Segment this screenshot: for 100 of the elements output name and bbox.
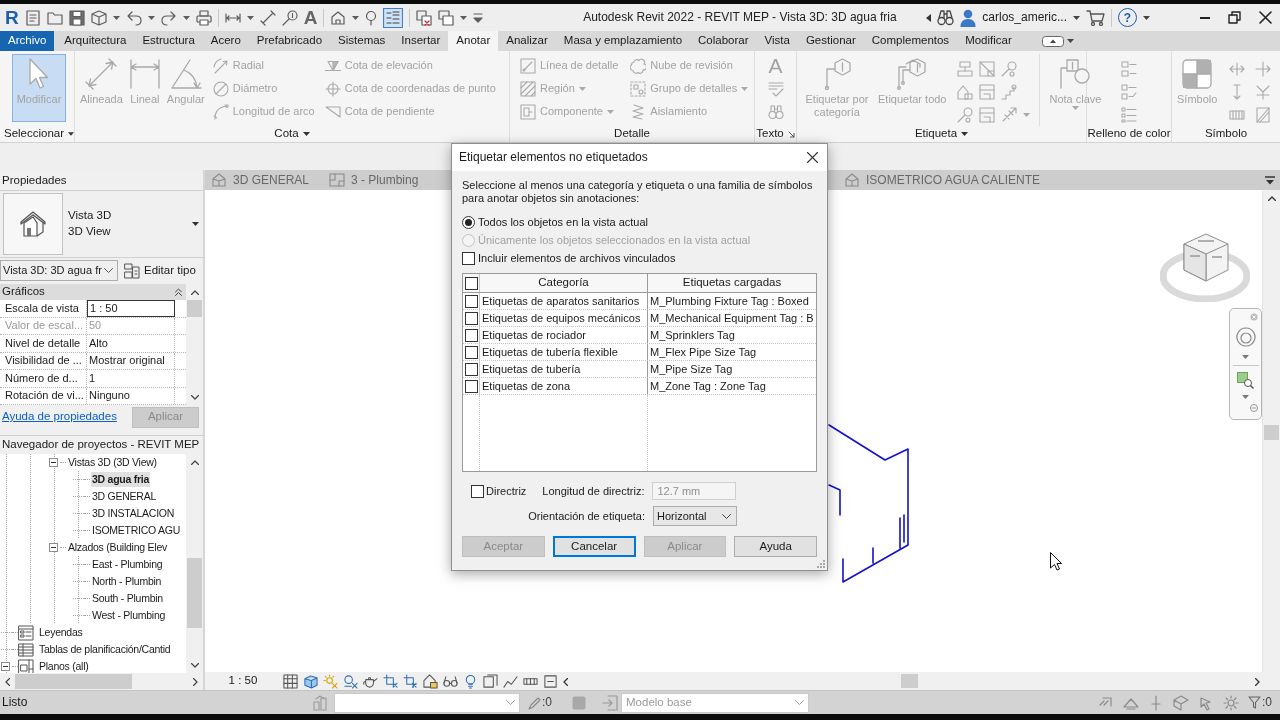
zoom-region-icon[interactable] — [1237, 372, 1254, 389]
caret-icon[interactable] — [1073, 15, 1080, 20]
property-value[interactable]: Alto — [87, 335, 175, 352]
scrollbar-thumb[interactable] — [901, 674, 918, 688]
checkbox[interactable] — [462, 251, 475, 265]
tree-item[interactable]: West - Plumbing — [91, 608, 167, 623]
tree-item[interactable]: East - Plumbing — [91, 557, 164, 572]
crop-icon[interactable] — [383, 673, 398, 689]
ribbon-tab[interactable]: Complementos — [863, 31, 958, 51]
close-icon[interactable] — [1259, 11, 1272, 24]
tree-item[interactable]: South - Plumbin — [91, 591, 164, 606]
ribbon-tab[interactable]: Anotar — [448, 31, 499, 51]
instance-dropdown[interactable]: Vista 3D: 3D agua fr — [0, 260, 118, 281]
view-tab[interactable]: ISOMETRICO AGUA CALIENTE — [838, 172, 1047, 188]
checkbox[interactable] — [464, 345, 478, 359]
cube-icon[interactable] — [90, 9, 107, 26]
tree-item[interactable]: Leyendas — [38, 625, 84, 640]
scroll-down-icon[interactable] — [190, 662, 199, 668]
cart-icon[interactable] — [1086, 9, 1105, 26]
ribbon-tab[interactable]: Estructura — [134, 31, 203, 51]
radio-label[interactable]: Todos los objetos en la vista actual — [478, 215, 648, 229]
color-legend-icon[interactable] — [1121, 60, 1137, 77]
shadow-off-icon[interactable] — [343, 673, 358, 689]
ribbon-tab[interactable]: Modificar — [957, 31, 1020, 51]
folder-icon[interactable] — [46, 9, 63, 26]
glasses-icon[interactable] — [443, 673, 458, 689]
minus-box-icon[interactable] — [1, 662, 10, 671]
ribbon-tab[interactable]: Masa y emplazamiento — [555, 31, 691, 51]
swatch-list-icon[interactable] — [1121, 83, 1137, 100]
minimize-icon[interactable] — [1200, 16, 1210, 19]
filter-icon[interactable] — [1248, 696, 1261, 709]
tab-list-icon[interactable] — [1265, 175, 1275, 185]
ribbon-tab[interactable]: Insertar — [393, 31, 449, 51]
triangle-left-icon[interactable] — [926, 13, 932, 22]
document-icon[interactable] — [24, 9, 41, 26]
ribbon-tab[interactable]: Gestionar — [797, 31, 864, 51]
type-selector[interactable]: Vista 3D 3D View — [0, 190, 203, 258]
tree-item[interactable]: 3D GENERAL — [91, 489, 158, 504]
printer-icon[interactable] — [195, 9, 212, 26]
line-graph-icon[interactable] — [503, 673, 518, 689]
caret-icon[interactable] — [1143, 15, 1150, 20]
ribbon-tab[interactable]: Vista — [756, 31, 798, 51]
tree-item[interactable]: Tablas de planificación/Cantid — [38, 642, 172, 657]
column-header[interactable]: Categoría — [480, 274, 648, 293]
ribbon-tab[interactable]: Arquitectura — [56, 31, 135, 51]
checkbox[interactable] — [464, 311, 478, 325]
dropdown-icon[interactable] — [473, 11, 484, 24]
property-value[interactable]: 1 : 50 — [87, 300, 175, 317]
tree-item[interactable]: Vistas 3D (3D View) — [67, 455, 158, 470]
app-logo[interactable]: R — [5, 8, 19, 27]
tree-item[interactable]: Alzados (Building Elev — [67, 540, 168, 555]
crop-icon[interactable] — [403, 673, 418, 689]
property-value[interactable]: 1 — [87, 370, 175, 387]
caret-icon[interactable] — [352, 15, 360, 20]
checkbox-label[interactable]: Directriz — [486, 484, 527, 498]
scroll-up-icon[interactable] — [190, 289, 199, 295]
close-icon[interactable] — [807, 152, 818, 163]
scroll-right-icon[interactable] — [1255, 677, 1260, 686]
circle-tag-icon[interactable] — [281, 9, 298, 26]
scroll-down-icon[interactable] — [190, 394, 199, 400]
caret-icon[interactable] — [147, 15, 155, 20]
checkbox[interactable] — [464, 276, 478, 290]
checkbox[interactable] — [464, 294, 478, 308]
checkbox[interactable] — [471, 484, 484, 498]
tree-item[interactable]: 3D INSTALACION — [91, 506, 176, 521]
up-arrow-box-icon[interactable] — [1041, 35, 1064, 47]
windows-icon[interactable] — [438, 9, 455, 26]
caret-icon[interactable] — [460, 15, 468, 20]
ribbon-tab[interactable]: Analizar — [498, 31, 556, 51]
ribbon-tab[interactable]: Prefabricado — [248, 31, 331, 51]
caret-icon[interactable] — [182, 15, 190, 20]
dialog-button[interactable]: Cancelar — [552, 536, 636, 558]
lock-house-icon[interactable] — [423, 673, 438, 689]
redo-arrow-icon[interactable] — [160, 9, 177, 26]
restore-icon[interactable] — [1228, 11, 1241, 24]
property-value[interactable]: Mostrar original — [87, 352, 175, 369]
grid-icon[interactable] — [283, 673, 298, 689]
close-windows-icon[interactable] — [416, 9, 433, 26]
minus-square-icon[interactable] — [543, 673, 558, 689]
radio-button[interactable] — [462, 215, 475, 229]
dialog-button[interactable]: Ayuda — [734, 536, 817, 558]
scrollbar-thumb[interactable] — [15, 674, 132, 689]
scroll-up-icon[interactable] — [1267, 195, 1276, 201]
tree-item[interactable]: 3D agua fria — [91, 472, 151, 487]
orientation-dropdown[interactable]: Horizontal — [653, 506, 737, 527]
tree-item[interactable]: Planos (all) — [38, 659, 90, 673]
scroll-left-icon[interactable] — [563, 677, 568, 686]
undo-arrow-icon[interactable] — [125, 9, 142, 26]
spellcheck-icon[interactable] — [767, 80, 784, 97]
pin-icon[interactable] — [365, 9, 378, 26]
squares-icon[interactable] — [483, 673, 498, 689]
ribbon-tab[interactable]: Archivo — [0, 31, 55, 51]
scrollbar-thumb[interactable] — [187, 300, 202, 317]
user-name[interactable]: carlos_americ... — [982, 10, 1067, 25]
scrollbar-thumb[interactable] — [1264, 425, 1279, 440]
cube-icon[interactable] — [303, 673, 318, 689]
tree-item[interactable]: ISOMETRICO AGU — [91, 523, 182, 538]
bulb-icon[interactable] — [463, 673, 478, 689]
column-header[interactable]: Etiquetas cargadas — [648, 274, 816, 293]
scroll-left-icon[interactable] — [5, 677, 10, 686]
